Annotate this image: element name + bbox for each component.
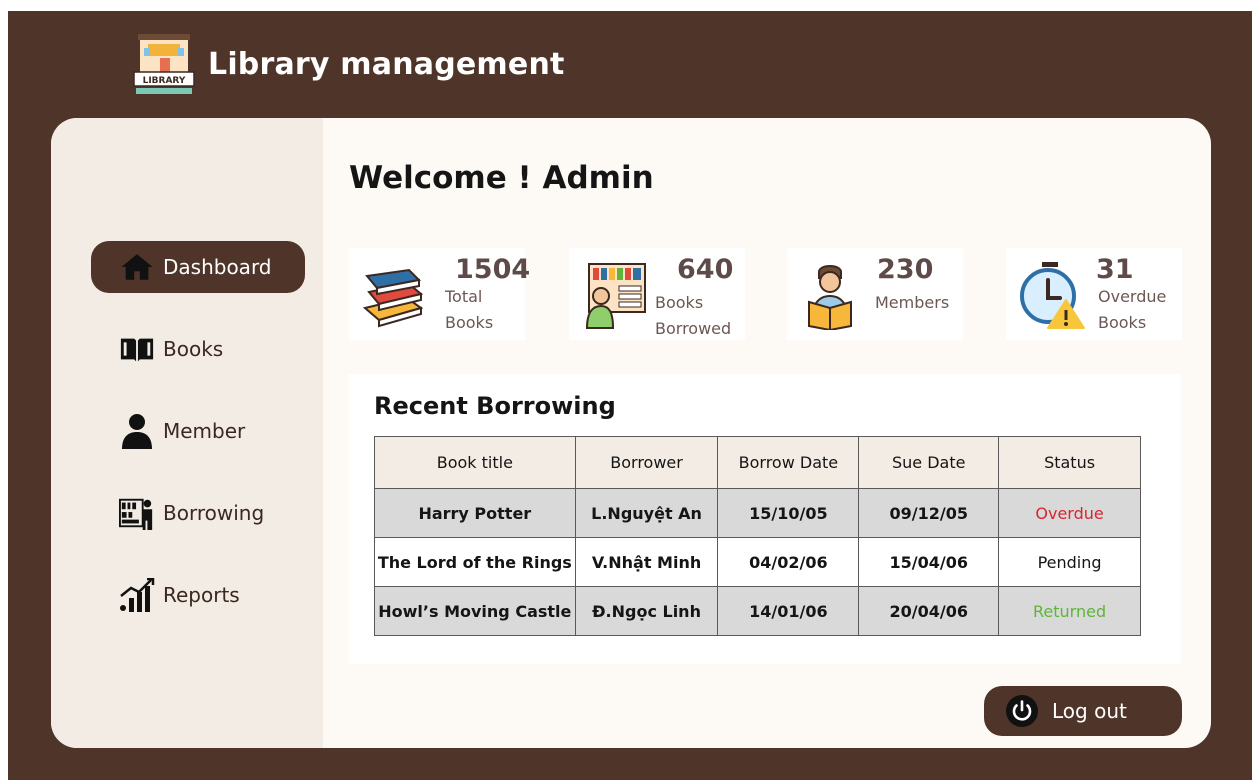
brand: LIBRARY Library management — [132, 29, 565, 99]
borrow-date-cell: 15/10/05 — [717, 488, 860, 538]
stat-value: 640 — [677, 254, 734, 285]
sidebar-item-books[interactable]: Books — [91, 323, 305, 375]
column-header: Book title — [374, 436, 576, 489]
stat-card-total-books: 1504 Total Books — [349, 248, 530, 340]
borrow-date-cell: 14/01/06 — [717, 586, 860, 636]
column-header: Status — [998, 436, 1141, 489]
column-header: Borrower — [574, 436, 719, 489]
borrowing-table: Book title Borrower Borrow Date Sue Date… — [374, 436, 1141, 636]
stat-value: 31 — [1096, 254, 1134, 285]
stat-label: Borrowed — [655, 319, 732, 338]
stat-label: Members — [875, 293, 950, 312]
bookshelf-icon — [585, 263, 646, 329]
library-logo-icon: LIBRARY — [133, 34, 195, 94]
table-header-row: Book title Borrower Borrow Date Sue Date… — [374, 436, 1141, 489]
stat-label: Total — [445, 287, 483, 306]
sidebar: Dashboard Books Member Borrowing Reports — [51, 118, 323, 748]
app-title: Library management — [208, 46, 565, 82]
book-title-cell: Howl’s Moving Castle — [374, 586, 576, 636]
sidebar-item-reports[interactable]: Reports — [91, 569, 305, 621]
status-cell: Returned — [998, 586, 1141, 636]
stat-value: 230 — [877, 254, 934, 285]
power-icon — [1006, 695, 1038, 727]
status-cell: Pending — [998, 537, 1141, 587]
home-icon — [119, 249, 155, 285]
books-stack-icon — [362, 268, 424, 328]
stat-label: Books — [1098, 313, 1147, 332]
sidebar-item-label: Borrowing — [163, 501, 265, 525]
sidebar-item-label: Reports — [163, 583, 240, 607]
table-row[interactable]: Howl’s Moving Castle Đ.Ngọc Linh 14/01/0… — [374, 586, 1141, 636]
section-title: Recent Borrowing — [374, 392, 616, 420]
sidebar-item-label: Member — [163, 419, 246, 443]
column-header: Sue Date — [858, 436, 1000, 489]
book-title-cell: The Lord of the Rings — [374, 537, 576, 587]
borrow-date-cell: 04/02/06 — [717, 537, 860, 587]
borrower-cell: Đ.Ngọc Linh — [574, 586, 719, 636]
sidebar-item-borrowing[interactable]: Borrowing — [91, 487, 305, 539]
main-card: Dashboard Books Member Borrowing Reports… — [51, 118, 1211, 748]
logout-button[interactable]: Log out — [984, 686, 1182, 736]
stat-label: Overdue — [1098, 287, 1167, 306]
borrowing-icon — [119, 495, 155, 531]
stat-label: Books — [445, 313, 494, 332]
sidebar-item-member[interactable]: Member — [91, 405, 305, 457]
due-date-cell: 15/04/06 — [858, 537, 1000, 587]
sidebar-item-label: Dashboard — [163, 255, 272, 279]
stat-value: 1504 — [455, 254, 531, 285]
borrower-cell: L.Nguyệt An — [574, 488, 719, 538]
stat-card-members: 230 Members — [787, 248, 963, 340]
stat-label: Books — [655, 293, 704, 312]
due-date-cell: 09/12/05 — [858, 488, 1000, 538]
stat-card-overdue-books: 31 Overdue Books — [1006, 248, 1182, 340]
reader-icon — [808, 265, 852, 330]
table-row[interactable]: Harry Potter L.Nguyệt An 15/10/05 09/12/… — [374, 488, 1141, 538]
borrower-cell: V.Nhật Minh — [574, 537, 719, 587]
overdue-clock-icon — [1020, 262, 1085, 329]
library-logo-text: LIBRARY — [143, 76, 186, 86]
user-icon — [119, 413, 155, 449]
due-date-cell: 20/04/06 — [858, 586, 1000, 636]
chart-icon — [119, 577, 155, 613]
stat-card-books-borrowed: 640 Books Borrowed — [569, 248, 745, 340]
book-title-cell: Harry Potter — [374, 488, 576, 538]
sidebar-item-label: Books — [163, 337, 224, 361]
page-title: Welcome ! Admin — [349, 160, 654, 196]
sidebar-item-dashboard[interactable]: Dashboard — [91, 241, 305, 293]
book-icon — [119, 331, 155, 367]
table-row[interactable]: The Lord of the Rings V.Nhật Minh 04/02/… — [374, 537, 1141, 587]
logout-label: Log out — [1052, 699, 1127, 723]
status-cell: Overdue — [998, 488, 1141, 538]
app-frame: LIBRARY Library management Dashboard Boo… — [8, 11, 1252, 780]
recent-borrowing-panel: Recent Borrowing Book title Borrower Bor… — [349, 374, 1181, 664]
column-header: Borrow Date — [717, 436, 860, 489]
